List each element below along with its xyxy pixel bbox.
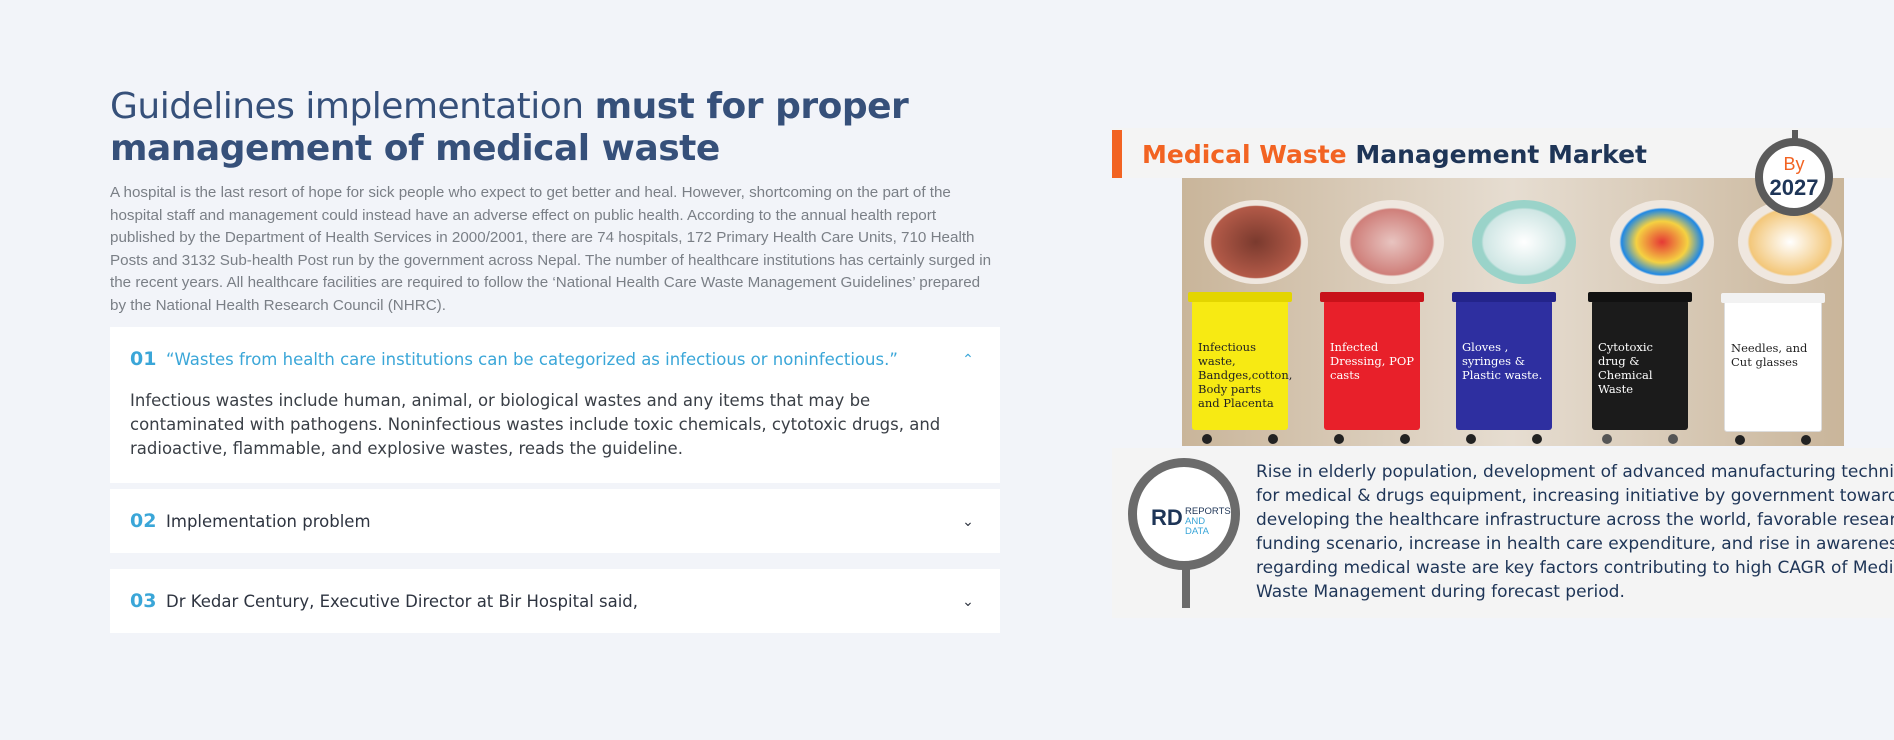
chevron-down-icon[interactable]: ⌄	[956, 513, 980, 530]
bin-label: Needles, and Cut glasses	[1731, 341, 1808, 369]
infographic-text: Rise in elderly population, development …	[1256, 462, 1894, 602]
magnifier-icon: RD REPORTS AND DATA	[1128, 458, 1240, 570]
accordion-title: Dr Kedar Century, Executive Director at …	[166, 591, 639, 611]
black-bin: Cytotoxic drug & Chemical Waste	[1588, 292, 1692, 444]
accordion-title: Implementation problem	[166, 511, 371, 531]
reports-and-data-logo: RD	[1151, 505, 1183, 530]
accordion-body-1: Infectious wastes include human, animal,…	[130, 391, 941, 458]
pills-icon	[1610, 200, 1714, 284]
gloves-icon	[1472, 200, 1576, 284]
market-infographic: Medical Waste Management Market Infectio…	[1112, 128, 1894, 618]
bin-label: Infectious waste, Bandges,cotton, Body p…	[1198, 340, 1293, 410]
article-section: Guidelines implementation must for prope…	[110, 86, 1000, 317]
dressing-icon	[1340, 200, 1444, 284]
accordion-number: 02	[130, 510, 157, 532]
logo-text: REPORTS AND DATA	[1185, 506, 1231, 537]
accent-bar	[1112, 130, 1122, 178]
infographic-title: Medical Waste Management Market	[1142, 140, 1647, 169]
white-bin: Needles, and Cut glasses	[1721, 293, 1825, 445]
accordion-item-3: 03 Dr Kedar Century, Executive Director …	[110, 569, 1000, 633]
badge-year: 2027	[1769, 175, 1819, 200]
blue-bin: Gloves , syringes & Plastic waste.	[1452, 292, 1556, 444]
waste-bins-image: Infectious waste, Bandges,cotton, Body p…	[1182, 178, 1844, 446]
chevron-up-icon[interactable]: ⌃	[956, 351, 980, 368]
title-orange: Medical Waste	[1142, 140, 1347, 169]
accordion-number: 03	[130, 590, 157, 612]
magnifier-handle	[1182, 564, 1190, 608]
chevron-down-icon[interactable]: ⌄	[956, 593, 980, 610]
accordion-title: “Wastes from health care institutions ca…	[166, 349, 898, 369]
accordion-header-3[interactable]: 03 Dr Kedar Century, Executive Director …	[110, 569, 1000, 633]
title-dark: Management Market	[1355, 140, 1647, 169]
accordion-header-1[interactable]: 01 “Wastes from health care institutions…	[110, 327, 1000, 391]
year-badge: By 2027	[1755, 138, 1833, 216]
heading-light: Guidelines implementation	[110, 86, 584, 127]
accordion-number: 01	[130, 348, 157, 370]
meat-icon	[1204, 200, 1308, 284]
red-bin: Infected Dressing, POP casts	[1320, 292, 1424, 444]
bin-label: Cytotoxic drug & Chemical Waste	[1598, 340, 1653, 396]
accordion-item-1: 01 “Wastes from health care institutions…	[110, 327, 1000, 483]
section-heading: Guidelines implementation must for prope…	[110, 86, 1000, 170]
intro-paragraph: A hospital is the last resort of hope fo…	[110, 184, 992, 314]
accordion-header-2[interactable]: 02 Implementation problem ⌄	[110, 489, 1000, 553]
bin-label: Gloves , syringes & Plastic waste.	[1462, 340, 1543, 382]
accordion-item-2: 02 Implementation problem ⌄	[110, 489, 1000, 553]
yellow-bin: Infectious waste, Bandges,cotton, Body p…	[1188, 292, 1293, 444]
bin-label: Infected Dressing, POP casts	[1330, 340, 1414, 382]
badge-by: By	[1783, 154, 1805, 174]
